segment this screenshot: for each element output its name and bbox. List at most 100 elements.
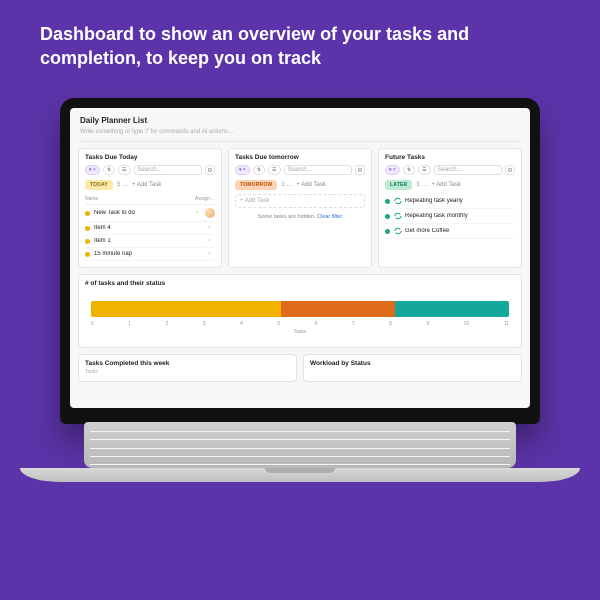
laptop-base — [20, 468, 580, 482]
filter-chip[interactable]: ▾ × — [235, 165, 250, 175]
tick: 1 — [128, 321, 131, 327]
tick: 5 — [277, 321, 280, 327]
toolbar-icon[interactable]: ☰ — [268, 165, 280, 175]
command-prompt[interactable]: Write something or type '/' for commands… — [70, 127, 530, 141]
app-screen: Daily Planner List Write something or ty… — [70, 108, 530, 408]
task-count: 3 … — [416, 182, 427, 188]
bar-segment-tomorrow — [281, 301, 395, 317]
toolbar-icon[interactable]: ⇅ — [253, 165, 265, 175]
status-pill-today: TODAY — [85, 180, 113, 190]
group-header[interactable]: LATER 3 … + Add Task — [385, 180, 515, 190]
axis-label: Tasks — [85, 369, 290, 375]
task-count: 5 … — [117, 182, 128, 188]
col-assign: Assign… — [189, 196, 215, 202]
page-title: Daily Planner List — [70, 108, 530, 127]
gear-icon[interactable]: ⚙ — [505, 165, 515, 175]
chart-title: # of tasks and their status — [85, 280, 515, 287]
status-pill-tomorrow: TOMORROW — [235, 180, 277, 190]
tick: 8 — [389, 321, 392, 327]
group-header[interactable]: TODAY 5 … + Add Task — [85, 180, 215, 190]
row-action-icon[interactable]: ↗ — [203, 225, 215, 231]
task-name: Get more Coffee — [405, 228, 515, 234]
tick: 9 — [426, 321, 429, 327]
col-name: Name — [85, 196, 189, 202]
status-dot — [85, 252, 90, 257]
card-workload-status: Workload by Status — [303, 354, 522, 382]
bar-segment-today — [91, 301, 281, 317]
add-task-button[interactable]: + Add Task — [296, 182, 325, 188]
task-name: Item 1 — [94, 238, 203, 244]
laptop-mockup: Daily Planner List Write something or ty… — [60, 98, 540, 482]
card-completed-week: Tasks Completed this week Tasks — [78, 354, 297, 382]
status-dot — [85, 239, 90, 244]
row-action-icon[interactable]: ↗ — [191, 210, 203, 216]
table-row[interactable]: Item 1↗ — [85, 235, 215, 248]
card-toolbar: ▾ × ⇅ ☰ Search… ⚙ — [85, 165, 215, 175]
status-dot — [85, 226, 90, 231]
task-name: Repeating task yearly — [405, 198, 515, 204]
table-row[interactable]: New Task to do↗ — [85, 205, 215, 222]
search-input[interactable]: Search… — [284, 165, 352, 175]
card-tasks-tomorrow: Tasks Due tomorrow ▾ × ⇅ ☰ Search… ⚙ TOM… — [228, 148, 372, 268]
table-header: Name Assign… — [85, 194, 215, 205]
search-input[interactable]: Search… — [134, 165, 202, 175]
search-input[interactable]: Search… — [434, 165, 502, 175]
add-task-ghost[interactable]: + Add Task — [235, 194, 365, 208]
filter-chip[interactable]: ▾ × — [85, 165, 100, 175]
laptop-keyboard — [84, 422, 516, 468]
avatar[interactable] — [205, 208, 215, 218]
task-name: Repeating task monthly — [405, 213, 515, 219]
toolbar-icon[interactable]: ⇅ — [403, 165, 415, 175]
tick: 0 — [91, 321, 94, 327]
toolbar-icon[interactable]: ☰ — [418, 165, 430, 175]
card-future-tasks: Future Tasks ▾ × ⇅ ☰ Search… ⚙ LATER 3 …… — [378, 148, 522, 268]
add-task-button[interactable]: + Add Task — [132, 182, 161, 188]
card-title: Tasks Due Today — [85, 154, 215, 161]
task-name: Item 4 — [94, 225, 203, 231]
task-name: New Task to do — [94, 210, 191, 216]
add-task-button[interactable]: + Add Task — [431, 182, 460, 188]
row-action-icon[interactable]: ↗ — [203, 238, 215, 244]
x-axis-label: Tasks — [91, 329, 509, 335]
toolbar-icon[interactable]: ⇅ — [103, 165, 115, 175]
filter-chip[interactable]: ▾ × — [385, 165, 400, 175]
row-action-icon[interactable]: ↗ — [203, 251, 215, 257]
x-axis-ticks: 01234567891011 — [91, 321, 509, 327]
task-count: 1 … — [281, 182, 292, 188]
task-name: 15 minute nap — [94, 251, 203, 257]
card-title: Future Tasks — [385, 154, 515, 161]
stacked-bar — [91, 301, 509, 317]
hidden-tasks-note: Some tasks are hidden. Clear filter — [235, 214, 365, 220]
tick: 7 — [352, 321, 355, 327]
card-toolbar: ▾ × ⇅ ☰ Search… ⚙ — [235, 165, 365, 175]
table-row[interactable]: Repeating task yearly — [385, 194, 515, 209]
status-dot — [85, 211, 90, 216]
group-header[interactable]: TOMORROW 1 … + Add Task — [235, 180, 365, 190]
gear-icon[interactable]: ⚙ — [205, 165, 215, 175]
card-status-chart: # of tasks and their status 012345678910… — [78, 274, 522, 348]
repeat-icon — [394, 212, 402, 220]
marketing-headline: Dashboard to show an overview of your ta… — [0, 0, 600, 81]
clear-filter-link[interactable]: Clear filter — [317, 214, 342, 220]
toolbar-icon[interactable]: ☰ — [118, 165, 130, 175]
status-dot — [385, 199, 390, 204]
status-dot — [385, 214, 390, 219]
bar-segment-later — [395, 301, 509, 317]
card-title: Tasks Completed this week — [85, 360, 290, 367]
table-row[interactable]: Get more Coffee — [385, 224, 515, 239]
status-dot — [385, 229, 390, 234]
tick: 4 — [240, 321, 243, 327]
card-title: Tasks Due tomorrow — [235, 154, 365, 161]
tick: 10 — [464, 321, 470, 327]
tick: 2 — [166, 321, 169, 327]
table-row[interactable]: 15 minute nap↗ — [85, 248, 215, 261]
gear-icon[interactable]: ⚙ — [355, 165, 365, 175]
table-row[interactable]: Item 4↗ — [85, 222, 215, 235]
tick: 11 — [504, 321, 509, 327]
tick: 6 — [315, 321, 318, 327]
repeat-icon — [394, 227, 402, 235]
card-title: Workload by Status — [310, 360, 515, 367]
table-row[interactable]: Repeating task monthly — [385, 209, 515, 224]
hidden-text: Some tasks are hidden. — [258, 214, 316, 220]
repeat-icon — [394, 197, 402, 205]
